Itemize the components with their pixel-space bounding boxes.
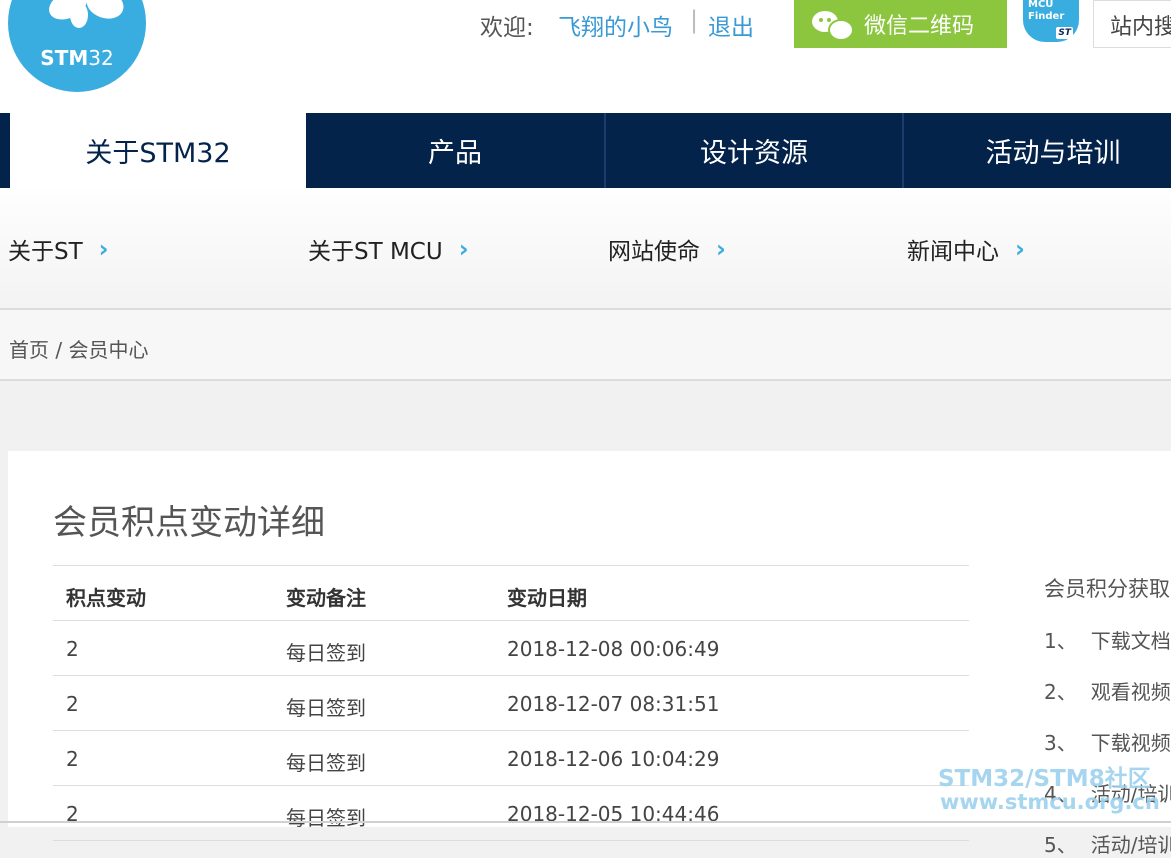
logo-text: STM32 <box>40 46 114 70</box>
table-header-row: 积点变动 变动备注 变动日期 <box>53 566 969 621</box>
header-separator: | <box>690 6 699 34</box>
sub-nav: 关于ST › 关于ST MCU › 网站使命 › 新闻中心 › <box>0 188 1171 310</box>
stm32-logo[interactable]: STM32 <box>8 0 146 92</box>
breadcrumb-separator: / <box>55 338 63 362</box>
logo-butterfly-wing-right <box>82 0 128 24</box>
cell-points: 2 <box>66 692 79 716</box>
cell-note: 每日签到 <box>286 696 366 720</box>
table-row: 2 每日签到 2018-12-06 10:04:29 <box>53 731 969 786</box>
bottom-divider <box>0 821 1171 823</box>
sidebar-rule-item: 3、 下载视频 <box>1044 731 1171 755</box>
wechat-icon <box>812 9 856 41</box>
column-header-note: 变动备注 <box>286 586 366 610</box>
main-nav: 关于STM32 产品 设计资源 活动与培训 <box>0 113 1171 188</box>
column-header-points: 积点变动 <box>66 586 146 610</box>
cell-date: 2018-12-07 08:31:51 <box>507 692 720 716</box>
chevron-right-icon: › <box>458 235 469 263</box>
breadcrumb: 首页 / 会员中心 <box>0 310 1171 381</box>
table-row: 2 每日签到 2018-12-07 08:31:51 <box>53 676 969 731</box>
table-row: 2 每日签到 2018-12-08 00:06:49 <box>53 621 969 676</box>
cell-date: 2018-12-06 10:04:29 <box>507 747 720 771</box>
chevron-right-icon: › <box>1015 235 1025 263</box>
column-header-date: 变动日期 <box>507 586 587 610</box>
st-logo-icon: ST <box>1056 27 1073 39</box>
tab-events-training[interactable]: 活动与培训 <box>904 113 1171 188</box>
site-watermark: STM32/STM8社区 www.stmcu.org.cn <box>938 766 1160 814</box>
table-row: 2 每日签到 2018-12-05 10:44:46 <box>53 786 969 841</box>
logout-link[interactable]: 退出 <box>708 8 754 42</box>
breadcrumb-home[interactable]: 首页 <box>9 338 49 362</box>
points-table: 积点变动 变动备注 变动日期 2 每日签到 2018-12-08 00:06:4… <box>53 565 969 841</box>
username-link[interactable]: 飞翔的小鸟 <box>558 8 673 42</box>
sidebar-rule-item: 5、 活动/培训 <box>1044 833 1171 857</box>
cell-note: 每日签到 <box>286 751 366 775</box>
cell-date: 2018-12-08 00:06:49 <box>507 637 720 661</box>
sidebar-rule-item: 1、 下载文档 <box>1044 629 1171 653</box>
chevron-right-icon: › <box>716 235 726 263</box>
points-rules-sidebar: 会员积分获取 1、 下载文档 2、 观看视频 3、 下载视频 4、 活动/培训 5、 活动… <box>1044 573 1171 858</box>
page-title: 会员积点变动详细 <box>53 503 325 543</box>
sidebar-rule-item: 2、 观看视频 <box>1044 680 1171 704</box>
subnav-item-about-st[interactable]: 关于ST › <box>8 232 109 266</box>
site-header: STM32 欢迎: 飞翔的小鸟 | 退出 微信二维码 MCU Finder ST… <box>0 0 1171 113</box>
cell-points: 2 <box>66 747 79 771</box>
tab-products[interactable]: 产品 <box>306 113 606 188</box>
chevron-right-icon: › <box>98 235 109 263</box>
subnav-item-mission[interactable]: 网站使命 › <box>608 232 726 266</box>
sidebar-title: 会员积分获取 <box>1044 577 1170 601</box>
subnav-item-about-st-mcu[interactable]: 关于ST MCU › <box>308 232 469 266</box>
cell-note: 每日签到 <box>286 641 366 665</box>
tab-about-stm32[interactable]: 关于STM32 <box>0 113 306 188</box>
logo-butterfly-body <box>70 2 88 28</box>
wechat-qr-label: 微信二维码 <box>864 14 975 39</box>
subnav-item-news[interactable]: 新闻中心 › <box>907 232 1025 266</box>
wechat-qr-button[interactable]: 微信二维码 <box>794 0 1007 48</box>
breadcrumb-current: 会员中心 <box>68 338 149 362</box>
cell-points: 2 <box>66 637 79 661</box>
site-search-box[interactable]: 站内搜 <box>1093 0 1171 48</box>
mcu-finder-badge[interactable]: MCU Finder ST <box>1023 0 1079 42</box>
welcome-label: 欢迎: <box>480 15 534 41</box>
tab-design-resources[interactable]: 设计资源 <box>606 113 904 188</box>
